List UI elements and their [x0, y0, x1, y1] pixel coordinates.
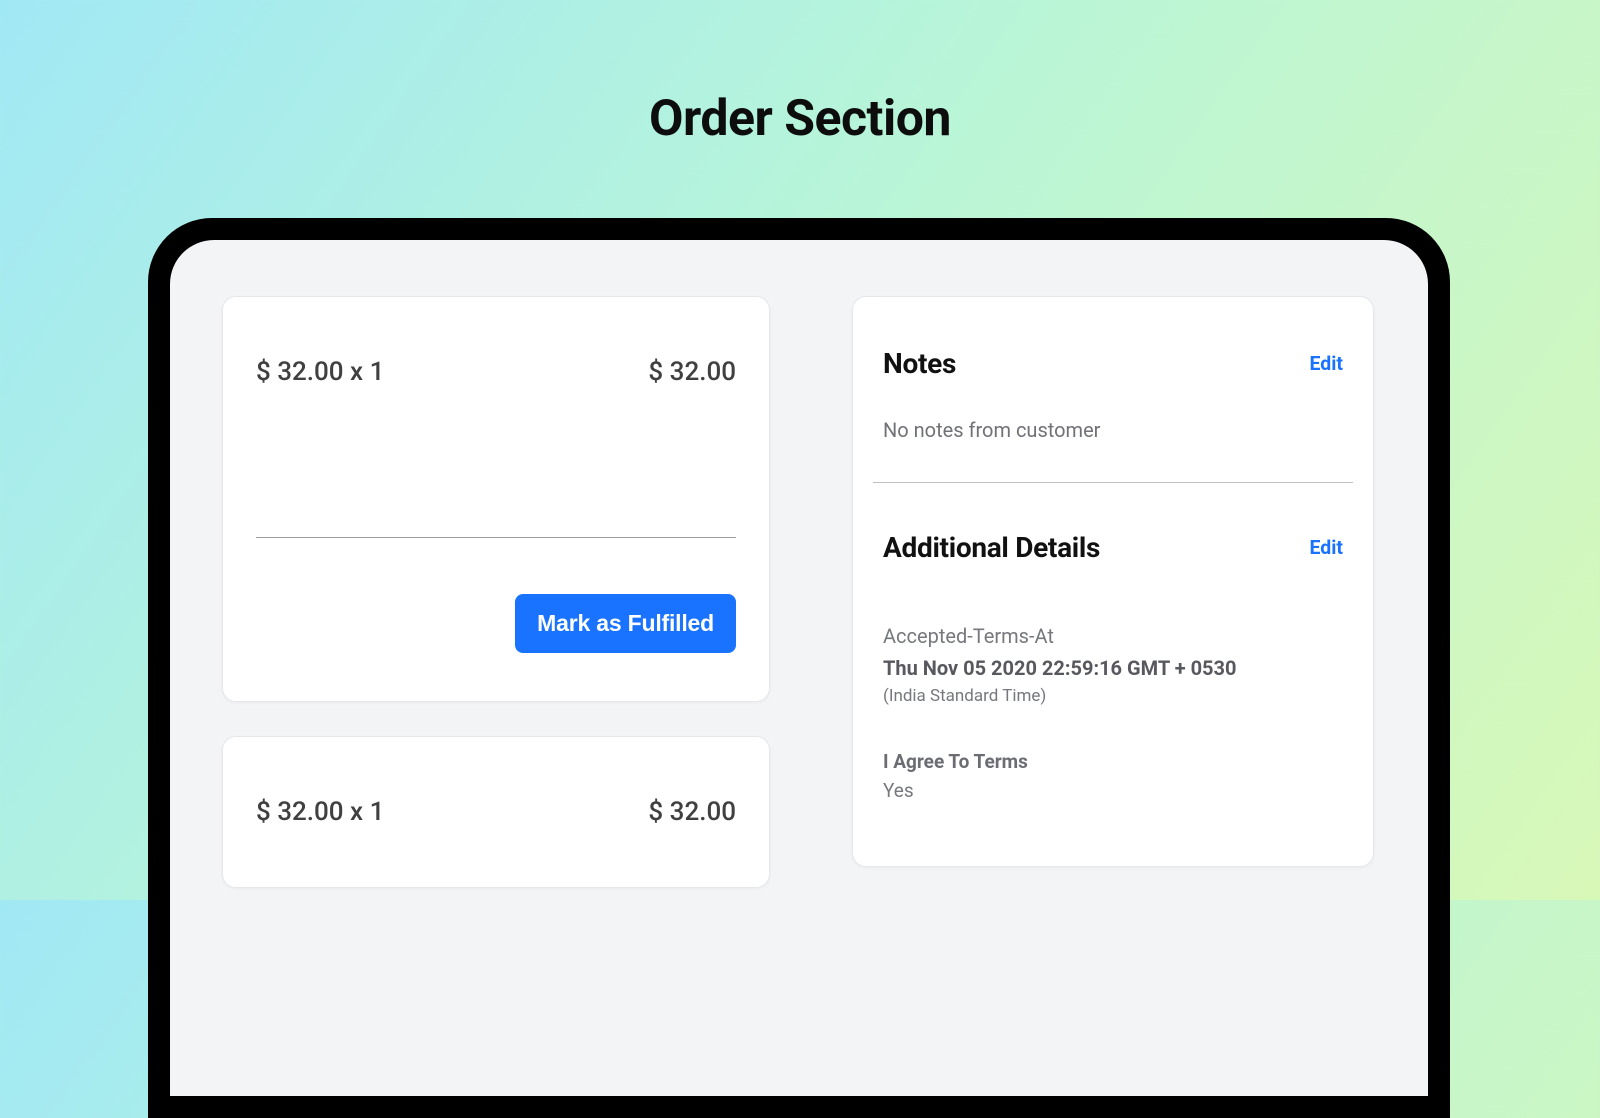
agree-terms-value: Yes [883, 779, 1343, 802]
divider [873, 482, 1353, 483]
device-frame: $ 32.00 x 1 $ 32.00 Mark as Fulfilled $ … [148, 218, 1450, 1118]
notes-empty-text: No notes from customer [883, 418, 1343, 442]
line-item-price-qty: $ 32.00 x 1 [256, 797, 384, 827]
accepted-terms-label: Accepted-Terms-At [883, 624, 1343, 648]
mark-fulfilled-button[interactable]: Mark as Fulfilled [515, 594, 736, 653]
order-card: $ 32.00 x 1 $ 32.00 Mark as Fulfilled [222, 296, 770, 702]
details-card: Notes Edit No notes from customer Additi… [852, 296, 1374, 867]
details-column: Notes Edit No notes from customer Additi… [852, 296, 1374, 1096]
notes-header: Notes Edit [883, 347, 1343, 380]
additional-title: Additional Details [883, 531, 1100, 564]
line-item-row: $ 32.00 x 1 $ 32.00 [256, 797, 736, 827]
button-row: Mark as Fulfilled [256, 594, 736, 653]
edit-additional-button[interactable]: Edit [1309, 536, 1343, 559]
agree-terms-label: I Agree To Terms [883, 750, 1343, 773]
accepted-terms-timezone: (India Standard Time) [883, 686, 1343, 706]
line-item-row: $ 32.00 x 1 $ 32.00 [256, 357, 736, 387]
divider [256, 537, 736, 538]
order-card: $ 32.00 x 1 $ 32.00 [222, 736, 770, 888]
accepted-terms-block: Accepted-Terms-At Thu Nov 05 2020 22:59:… [883, 624, 1343, 706]
line-item-price-qty: $ 32.00 x 1 [256, 357, 384, 387]
line-item-total: $ 32.00 [648, 357, 736, 387]
agree-terms-block: I Agree To Terms Yes [883, 750, 1343, 802]
page-title: Order Section [0, 0, 1600, 148]
additional-header: Additional Details Edit [883, 531, 1343, 564]
edit-notes-button[interactable]: Edit [1309, 352, 1343, 375]
notes-title: Notes [883, 347, 956, 380]
orders-column: $ 32.00 x 1 $ 32.00 Mark as Fulfilled $ … [222, 296, 770, 1096]
device-screen: $ 32.00 x 1 $ 32.00 Mark as Fulfilled $ … [170, 240, 1428, 1096]
accepted-terms-value: Thu Nov 05 2020 22:59:16 GMT + 0530 [883, 656, 1343, 680]
line-item-total: $ 32.00 [648, 797, 736, 827]
